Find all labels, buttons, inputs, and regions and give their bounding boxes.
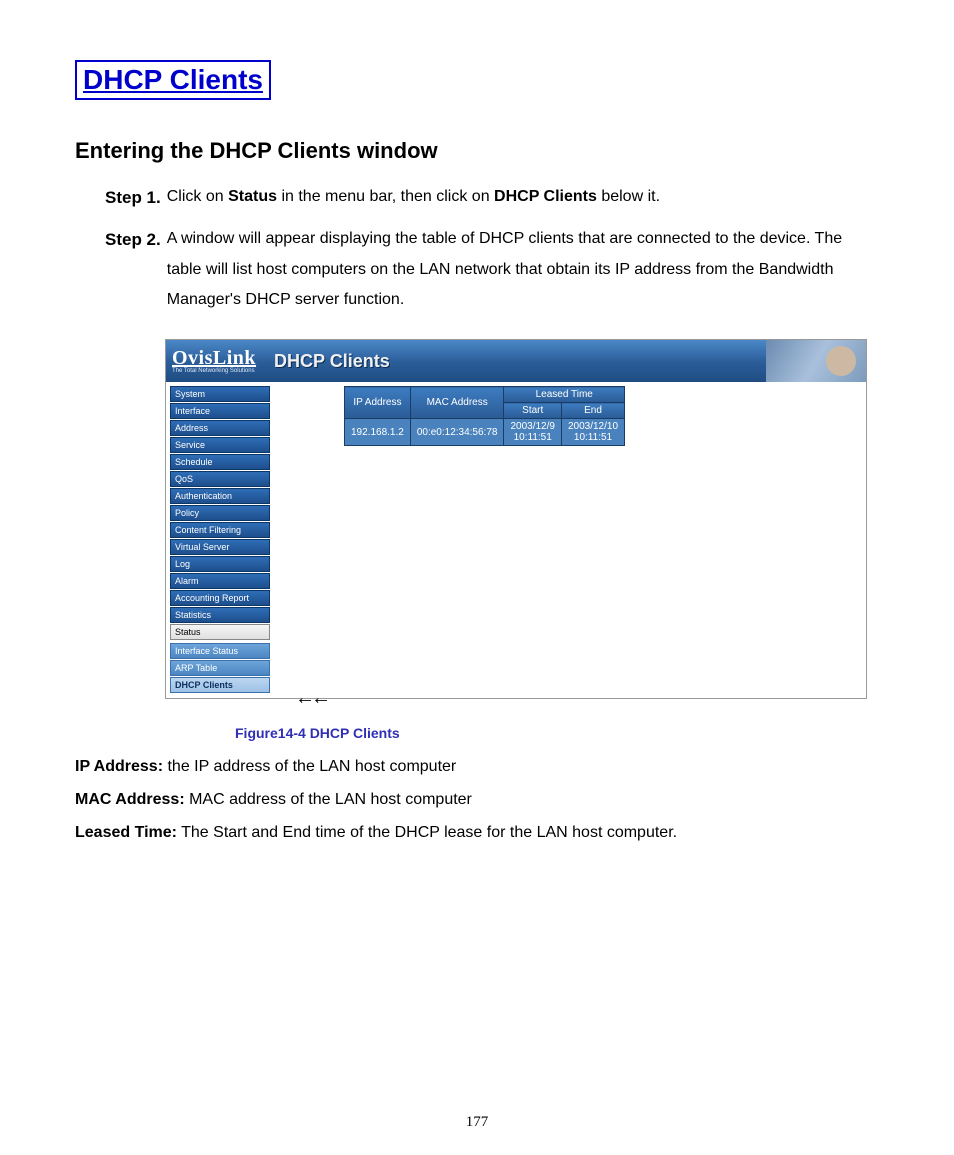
sidebar-item[interactable]: Address [170,420,270,436]
sidebar-subitem[interactable]: ARP Table [170,660,270,676]
col-start: Start [504,403,562,419]
step-label: Step 2. [105,224,161,315]
sidebar-subitem[interactable]: Interface Status [170,643,270,659]
sidebar-item[interactable]: Content Filtering [170,522,270,538]
figure-caption: Figure14-4 DHCP Clients [235,725,879,741]
sidebar-subitem[interactable]: DHCP Clients [170,677,270,693]
cell-end: 2003/12/10 10:11:51 [561,419,624,446]
app-page-title: DHCP Clients [274,351,390,372]
sidebar-item[interactable]: Service [170,437,270,453]
sidebar-item[interactable]: QoS [170,471,270,487]
sidebar-item[interactable]: Statistics [170,607,270,623]
page-title-box: DHCP Clients [75,60,271,100]
cell-mac: 00:e0:12:34:56:78 [410,419,504,446]
step-1: Step 1. Click on Status in the menu bar,… [105,182,879,214]
definition-line: MAC Address: MAC address of the LAN host… [75,786,879,815]
col-ip: IP Address [345,387,411,419]
sidebar-item[interactable]: System [170,386,270,402]
cell-ip: 192.168.1.2 [345,419,411,446]
col-leased: Leased Time [504,387,625,403]
brand-name: OvisLink [172,348,256,368]
cell-end-date: 2003/12/10 [568,421,618,432]
content-pane: IP Address MAC Address Leased Time Start… [274,382,866,698]
definition-line: IP Address: the IP address of the LAN ho… [75,753,879,782]
sidebar: SystemInterfaceAddressServiceScheduleQoS… [166,382,274,698]
dhcp-clients-table: IP Address MAC Address Leased Time Start… [344,386,625,446]
sidebar-item[interactable]: Log [170,556,270,572]
sidebar-item[interactable]: Virtual Server [170,539,270,555]
sidebar-item[interactable]: Alarm [170,573,270,589]
sidebar-item[interactable]: Interface [170,403,270,419]
sidebar-item[interactable]: Policy [170,505,270,521]
sidebar-item[interactable]: Accounting Report [170,590,270,606]
step-2: Step 2. A window will appear displaying … [105,224,879,315]
left-arrow-icon: ←← [295,687,327,710]
step-text: Click on Status in the menu bar, then cl… [167,182,879,214]
page-number: 177 [0,1114,954,1131]
brand-logo: OvisLink The Total Networking Solutions [172,348,256,374]
app-header: OvisLink The Total Networking Solutions … [166,340,866,382]
header-photo [766,340,866,382]
step-text: A window will appear displaying the tabl… [167,224,879,315]
col-end: End [561,403,624,419]
sidebar-item[interactable]: Authentication [170,488,270,504]
col-mac: MAC Address [410,387,504,419]
sidebar-item[interactable]: Schedule [170,454,270,470]
step-label: Step 1. [105,182,161,214]
brand-tagline: The Total Networking Solutions [172,368,256,374]
cell-start: 2003/12/9 10:11:51 [504,419,562,446]
page-title: DHCP Clients [83,64,263,95]
definition-line: Leased Time: The Start and End time of t… [75,819,879,848]
steps-list: Step 1. Click on Status in the menu bar,… [105,182,879,315]
embedded-screenshot: OvisLink The Total Networking Solutions … [165,339,867,699]
cell-start-date: 2003/12/9 [510,421,555,432]
section-heading: Entering the DHCP Clients window [75,138,879,164]
definitions: IP Address: the IP address of the LAN ho… [75,753,879,847]
cell-start-time: 10:11:51 [514,432,552,443]
table-row: 192.168.1.2 00:e0:12:34:56:78 2003/12/9 … [345,419,625,446]
cell-end-time: 10:11:51 [574,432,612,443]
sidebar-item-status[interactable]: Status [170,624,270,640]
